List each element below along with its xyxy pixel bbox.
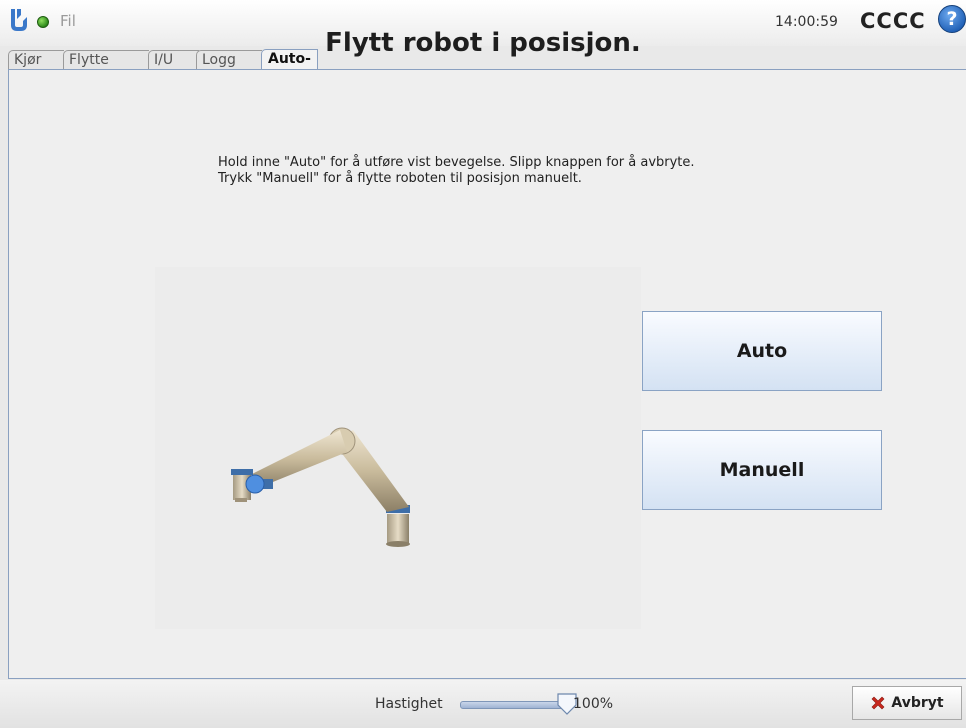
page-title: Flytt robot i posisjon. [325, 28, 641, 58]
speed-slider[interactable] [460, 701, 572, 709]
speed-label: Hastighet [375, 696, 443, 712]
speed-value: 100% [573, 696, 614, 712]
robot-3d-view [155, 267, 641, 629]
red-x-icon [871, 696, 885, 710]
instruction-line-1: Hold inne "Auto" for å utføre vist beveg… [218, 155, 695, 170]
cancel-button[interactable]: Avbryt [852, 686, 962, 720]
bottom-bar: Hastighet 100% Avbryt [0, 680, 966, 728]
robot-arm-illustration [231, 427, 410, 547]
instruction-line-2: Trykk "Manuell" for å flytte roboten til… [218, 171, 582, 186]
manual-button[interactable]: Manuell [642, 430, 882, 510]
auto-button[interactable]: Auto [642, 311, 882, 391]
status-indicator-icon [37, 16, 49, 28]
cancel-label: Avbryt [891, 695, 944, 711]
